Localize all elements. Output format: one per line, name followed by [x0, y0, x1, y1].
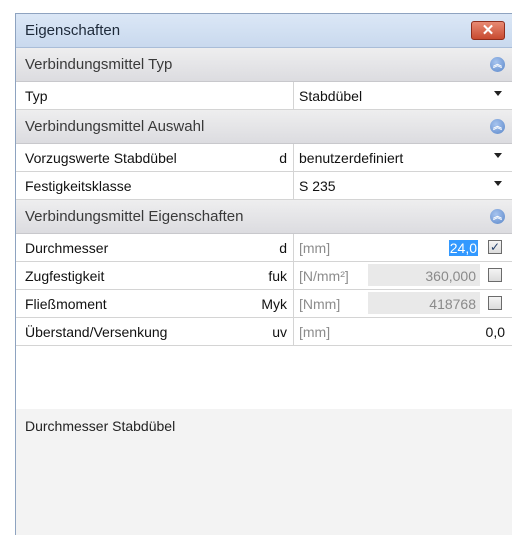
check-icon: ✓ [489, 240, 501, 254]
dropdown-arrow-icon[interactable] [494, 153, 502, 158]
selected-value-text: 24,0 [448, 240, 478, 256]
row-fliessmoment: Fließmoment Myk [Nmm] 418768 [16, 290, 512, 318]
row-zugfestigkeit: Zugfestigkeit fuk [N/mm²] 360,000 [16, 262, 512, 290]
typ-dropdown-value[interactable]: Stabdübel [299, 88, 362, 104]
column-divider [293, 144, 294, 171]
row-label: Überstand/Versenkung [25, 324, 168, 340]
vorzugswerte-dropdown-value[interactable]: benutzerdefiniert [299, 150, 403, 166]
close-icon: ✕ [481, 22, 495, 39]
section-verbindungsmittel-auswahl: Verbindungsmittel Auswahl ︽ [16, 110, 512, 144]
row-unit: [Nmm] [299, 296, 341, 312]
festigkeit-dropdown-value[interactable]: S 235 [299, 178, 336, 194]
empty-grid-area [16, 346, 512, 409]
description-panel: Durchmesser Stabdübel [16, 409, 512, 535]
column-divider [293, 172, 294, 199]
ueberstand-input[interactable]: 0,0 [486, 324, 505, 340]
properties-window: Eigenschaften ✕ Verbindungsmittel Typ ︽ … [15, 13, 512, 535]
row-label: Vorzugswerte Stabdübel [25, 150, 177, 166]
column-divider [293, 234, 294, 261]
row-label: Festigkeitsklasse [25, 178, 132, 194]
double-chevron-up-icon[interactable]: ︽ [490, 57, 505, 72]
column-divider [293, 82, 294, 109]
row-symbol: d [279, 150, 287, 166]
row-festigkeitsklasse: Festigkeitsklasse S 235 [16, 172, 512, 200]
column-divider [293, 290, 294, 317]
dropdown-arrow-icon[interactable] [494, 181, 502, 186]
row-label: Durchmesser [25, 240, 109, 256]
row-unit: [mm] [299, 324, 331, 340]
section-verbindungsmittel-typ: Verbindungsmittel Typ ︽ [16, 48, 512, 82]
row-typ: Typ Stabdübel [16, 82, 512, 110]
double-chevron-up-icon[interactable]: ︽ [490, 209, 505, 224]
section-title: Verbindungsmittel Typ [25, 56, 173, 73]
section-verbindungsmittel-eigenschaften: Verbindungsmittel Eigenschaften ︽ [16, 200, 512, 234]
section-title: Verbindungsmittel Eigenschaften [25, 208, 244, 225]
row-unit: [N/mm²] [299, 268, 349, 284]
row-label: Zugfestigkeit [25, 268, 105, 284]
row-label: Typ [25, 88, 48, 104]
fliessmoment-checkbox[interactable] [488, 296, 502, 310]
window-title: Eigenschaften [25, 22, 121, 39]
row-symbol: Myk [261, 296, 287, 312]
row-unit: [mm] [299, 240, 331, 256]
durchmesser-input[interactable]: 24,0 [448, 240, 478, 256]
durchmesser-checkbox[interactable]: ✓ [488, 240, 502, 254]
zugfestigkeit-value: 360,000 [425, 268, 476, 284]
section-title: Verbindungsmittel Auswahl [25, 118, 205, 135]
column-divider [293, 262, 294, 289]
row-vorzugswerte: Vorzugswerte Stabdübel d benutzerdefinie… [16, 144, 512, 172]
fliessmoment-value: 418768 [429, 296, 476, 312]
row-symbol: uv [272, 324, 287, 340]
description-text: Durchmesser Stabdübel [25, 418, 176, 434]
row-symbol: d [279, 240, 287, 256]
close-button[interactable]: ✕ [471, 21, 505, 40]
column-divider [293, 318, 294, 345]
row-durchmesser: Durchmesser d [mm] 24,0 ✓ [16, 234, 512, 262]
zugfestigkeit-checkbox[interactable] [488, 268, 502, 282]
dropdown-arrow-icon[interactable] [494, 91, 502, 96]
double-chevron-up-icon[interactable]: ︽ [490, 119, 505, 134]
title-bar: Eigenschaften ✕ [16, 14, 512, 48]
row-label: Fließmoment [25, 296, 107, 312]
row-ueberstand: Überstand/Versenkung uv [mm] 0,0 [16, 318, 512, 346]
row-symbol: fuk [268, 268, 287, 284]
